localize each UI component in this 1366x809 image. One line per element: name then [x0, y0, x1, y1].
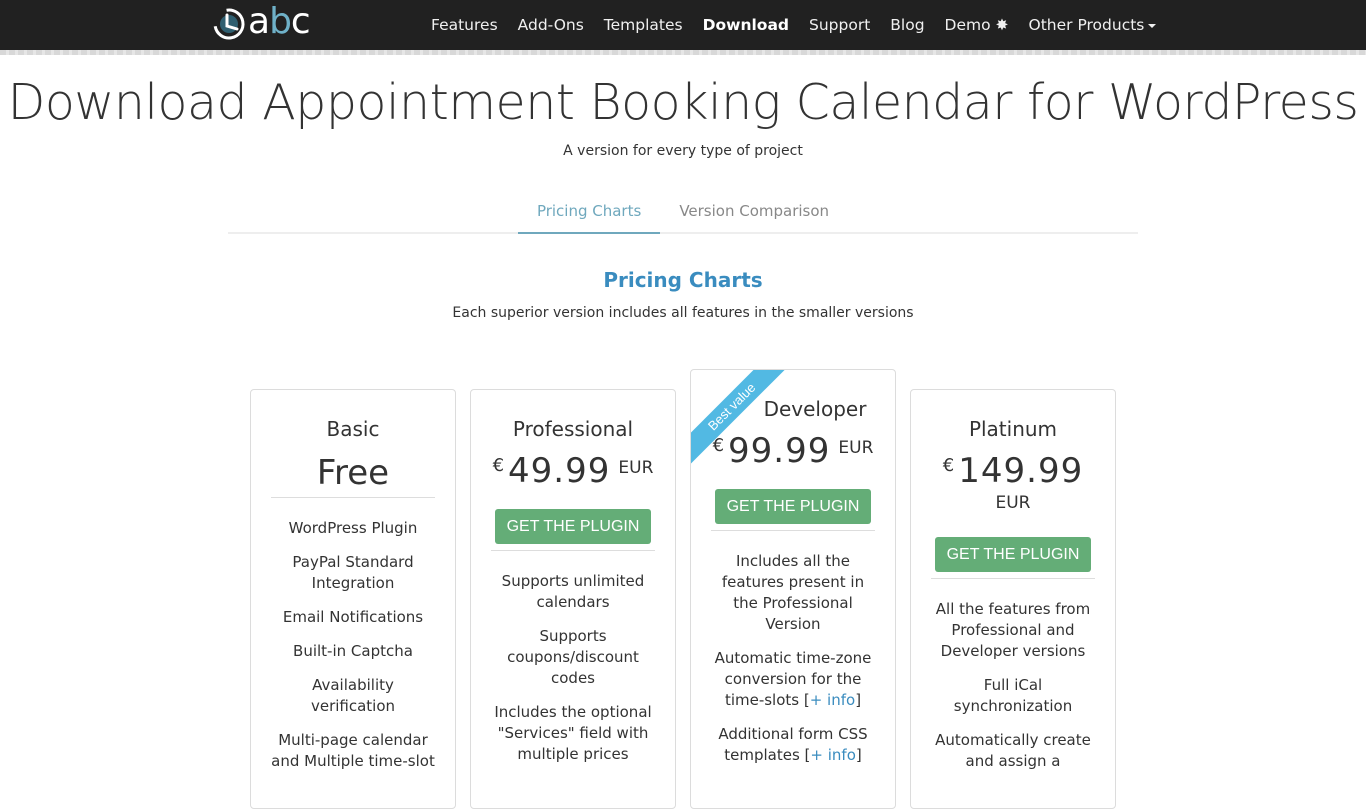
plan-name: Platinum — [968, 417, 1058, 441]
feature-item: Supports unlimited calendars — [501, 572, 645, 611]
get-plugin-button[interactable]: GET THE PLUGIN — [934, 537, 1092, 572]
nav-other-products-label: Other Products — [1028, 16, 1145, 34]
feature-item: Includes the optional "Services" field w… — [494, 703, 652, 763]
caret-down-icon — [1148, 23, 1157, 28]
feature-item: Full iCal synchronization — [953, 676, 1073, 715]
nav-other-products[interactable]: Other Products — [1019, 16, 1167, 34]
nav-features[interactable]: Features — [421, 16, 508, 34]
feature-item: Supports coupons/discount codes — [507, 627, 639, 687]
plan-price: 149.99 — [958, 451, 1084, 491]
feature-item: WordPress Plugin — [288, 519, 418, 537]
feature-item: Automatically create and assign a — [935, 731, 1091, 770]
get-plugin-button[interactable]: GET THE PLUGIN — [494, 509, 652, 544]
top-navbar: abc Features Add-Ons Templates Download … — [0, 0, 1366, 50]
currency-code: EUR — [618, 458, 654, 478]
feature-item: PayPal Standard Integration — [292, 553, 414, 592]
section-subtitle: Each superior version includes all featu… — [452, 305, 914, 321]
nav-templates[interactable]: Templates — [594, 16, 693, 34]
tab-pricing-charts[interactable]: Pricing Charts — [517, 190, 661, 234]
feature-text-close: ] — [855, 691, 862, 709]
tab-bar: Pricing Charts Version Comparison — [228, 190, 1138, 234]
navbar-stripe — [0, 50, 1366, 55]
feature-item: Email Notifications — [282, 608, 424, 626]
nav-blog[interactable]: Blog — [880, 16, 934, 34]
plan-card-professional: Professional € 49.99 EUR GET THE PLUGIN … — [470, 389, 676, 809]
price-row: € 149.99 — [911, 451, 1115, 491]
plan-name: Basic — [326, 417, 380, 441]
feature-list: Supports unlimited calendars Supports co… — [471, 571, 675, 765]
nav-support[interactable]: Support — [799, 16, 880, 34]
feature-list: Includes all the features present in the… — [691, 551, 895, 766]
page-title: Download Appointment Booking Calendar fo… — [7, 74, 1359, 131]
logo-b: b — [269, 1, 292, 42]
feature-item: Availability verification — [310, 676, 396, 715]
feature-item: Automatic time-zone conversion for the t… — [707, 648, 879, 711]
plan-card-developer: Best value Developer € 99.99 EUR GET THE… — [690, 369, 896, 809]
info-link[interactable]: + info — [810, 691, 855, 709]
best-value-ribbon: Best value — [691, 370, 793, 468]
feature-item: All the features from Professional and D… — [935, 600, 1091, 660]
currency-symbol: € — [492, 455, 505, 476]
info-link[interactable]: + info — [810, 746, 855, 764]
feature-list: WordPress Plugin PayPal Standard Integra… — [251, 518, 455, 772]
main-nav: Features Add-Ons Templates Download Supp… — [421, 0, 1166, 50]
plan-name: Professional — [512, 417, 634, 441]
divider — [931, 578, 1095, 579]
price-row: € 49.99 EUR — [471, 451, 675, 491]
plan-price: Free — [316, 453, 390, 493]
currency-code: EUR — [838, 438, 874, 458]
divider — [491, 550, 655, 551]
feature-item: Additional form CSS templates [+ info] — [707, 724, 879, 766]
divider — [711, 530, 875, 531]
nav-demo[interactable]: Demo ✸ — [935, 16, 1019, 34]
divider — [271, 497, 435, 498]
clock-logo-icon — [213, 8, 245, 40]
feature-item: Built-in Captcha — [293, 642, 413, 660]
feature-item: Includes all the features present in the… — [721, 552, 865, 633]
currency-code: EUR — [995, 493, 1031, 513]
plan-card-platinum: Platinum € 149.99 EUR GET THE PLUGIN All… — [910, 389, 1116, 809]
currency-symbol: € — [942, 455, 955, 476]
feature-item: Multi-page calendar and Multiple time-sl… — [271, 731, 435, 770]
nav-add-ons[interactable]: Add-Ons — [508, 16, 594, 34]
feature-list: All the features from Professional and D… — [911, 599, 1115, 772]
page-subtitle: A version for every type of project — [563, 143, 803, 159]
section-title: Pricing Charts — [603, 268, 763, 292]
nav-download[interactable]: Download — [693, 16, 799, 34]
logo-text: abc — [248, 1, 311, 42]
logo-c: c — [290, 1, 311, 42]
feature-text-close: ] — [855, 746, 862, 764]
tab-version-comparison[interactable]: Version Comparison — [660, 190, 848, 234]
logo-a: a — [248, 1, 270, 42]
get-plugin-button[interactable]: GET THE PLUGIN — [714, 489, 872, 524]
logo[interactable]: abc — [212, 1, 311, 42]
plan-price: 49.99 — [508, 451, 611, 491]
plan-card-basic: Basic Free WordPress Plugin PayPal Stand… — [250, 389, 456, 809]
ribbon: Best value — [691, 370, 801, 480]
